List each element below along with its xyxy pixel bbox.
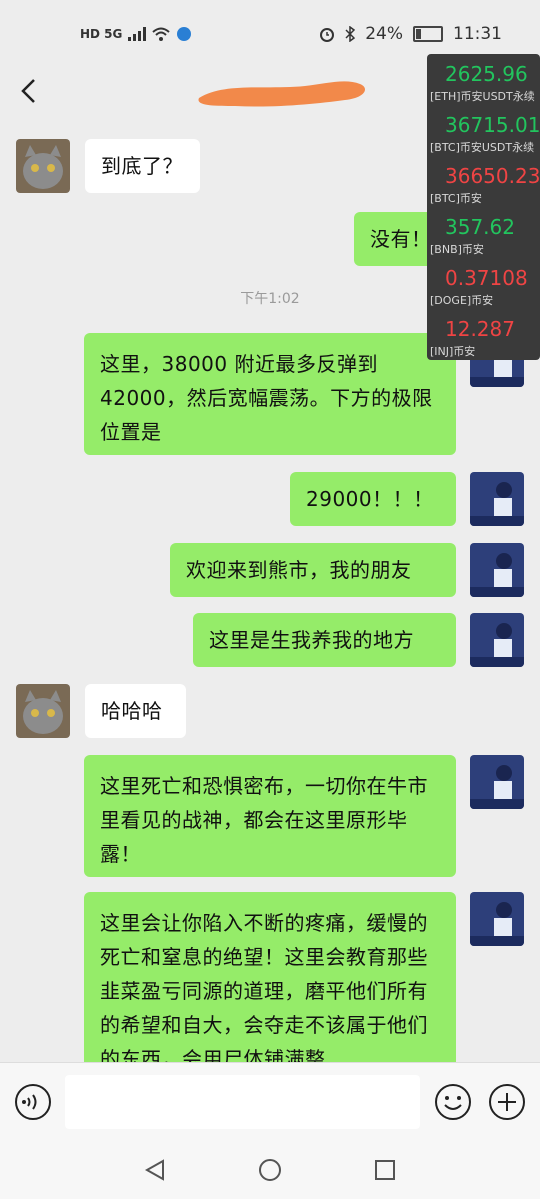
contact-avatar[interactable] (16, 684, 70, 738)
ticker-price: 0.37108 (445, 266, 528, 290)
bluetooth-icon (345, 26, 356, 42)
plus-icon[interactable] (488, 1083, 526, 1121)
ticker-price: 2625.96 (445, 62, 528, 86)
signal-icon (128, 27, 147, 41)
ticker-row: 36715.01 [BTC]币安USDT永续 (427, 105, 540, 156)
voice-input-icon[interactable] (14, 1083, 52, 1121)
anime-avatar-image (470, 892, 524, 946)
message-bubble[interactable]: 这里死亡和恐惧密布，一切你在牛市里看见的战神，都会在这里原形毕露！ (84, 755, 456, 877)
anime-avatar-image (470, 472, 524, 526)
ticker-label: [BTC]币安 (430, 192, 482, 205)
hd-5g-indicator: HD 5G (80, 27, 123, 41)
ticker-price: 12.287 (445, 317, 515, 341)
self-avatar[interactable] (470, 613, 524, 667)
nav-back-icon[interactable] (143, 1158, 167, 1182)
battery-fill (416, 29, 422, 39)
ticker-label: [ETH]币安USDT永续 (430, 90, 535, 103)
message-bubble[interactable]: 欢迎来到熊市，我的朋友 (170, 543, 456, 597)
self-avatar[interactable] (470, 472, 524, 526)
message-bubble[interactable]: 到底了？ (85, 139, 200, 193)
message-bubble[interactable]: 这里是生我养我的地方 (193, 613, 456, 667)
system-nav-bar (0, 1142, 540, 1199)
ticker-label: [INJ]币安 (430, 345, 476, 358)
anime-avatar-image (470, 543, 524, 597)
price-ticker-overlay: 2625.96 [ETH]币安USDT永续 36715.01 [BTC]币安USDT永… (427, 54, 540, 360)
self-avatar[interactable] (470, 755, 524, 809)
cat-avatar-image (16, 684, 70, 738)
app-notification-icon (177, 27, 192, 41)
ticker-row: 36650.23 [BTC]币安 (427, 156, 540, 207)
back-arrow-icon[interactable] (14, 74, 42, 108)
message-bubble[interactable]: 哈哈哈 (85, 684, 186, 738)
emoji-icon[interactable] (434, 1083, 472, 1121)
nav-recents-icon[interactable] (374, 1159, 396, 1181)
cat-avatar-image (16, 139, 70, 193)
ticker-price: 36650.23 (445, 164, 540, 188)
status-left: HD 5G (80, 26, 192, 42)
nav-home-icon[interactable] (258, 1158, 282, 1182)
message-bubble[interactable]: 这里会让你陷入不断的疼痛，缓慢的死亡和窒息的绝望！这里会教育那些韭菜盈亏同源的道… (84, 892, 456, 1062)
status-right: 24% 11:31 (319, 24, 502, 44)
message-input[interactable] (65, 1075, 420, 1129)
ticker-row: 0.37108 [DOGE]币安 (427, 258, 540, 309)
clock: 11:31 (453, 24, 502, 44)
anime-avatar-image (470, 755, 524, 809)
redacted-contact-name (198, 81, 365, 107)
anime-avatar-image (470, 613, 524, 667)
battery-percent: 24% (365, 24, 403, 44)
input-bar (0, 1062, 540, 1143)
ticker-label: [BNB]币安 (430, 243, 484, 256)
ticker-label: [BTC]币安USDT永续 (430, 141, 535, 154)
ticker-row: 12.287 [INJ]币安 (427, 309, 540, 360)
wifi-icon (152, 27, 171, 41)
message-bubble[interactable]: 29000！！！ (290, 472, 456, 526)
ticker-label: [DOGE]币安 (430, 294, 494, 307)
ticker-price: 36715.01 (445, 113, 540, 137)
ticker-price: 357.62 (445, 215, 515, 239)
contact-avatar[interactable] (16, 139, 70, 193)
self-avatar[interactable] (470, 543, 524, 597)
ticker-row: 2625.96 [ETH]币安USDT永续 (427, 54, 540, 105)
battery-icon (413, 26, 443, 42)
alarm-icon (320, 28, 335, 42)
message-bubble[interactable]: 这里，38000 附近最多反弹到 42000，然后宽幅震荡。下方的极限位置是 (84, 333, 456, 455)
self-avatar[interactable] (470, 892, 524, 946)
ticker-row: 357.62 [BNB]币安 (427, 207, 540, 258)
